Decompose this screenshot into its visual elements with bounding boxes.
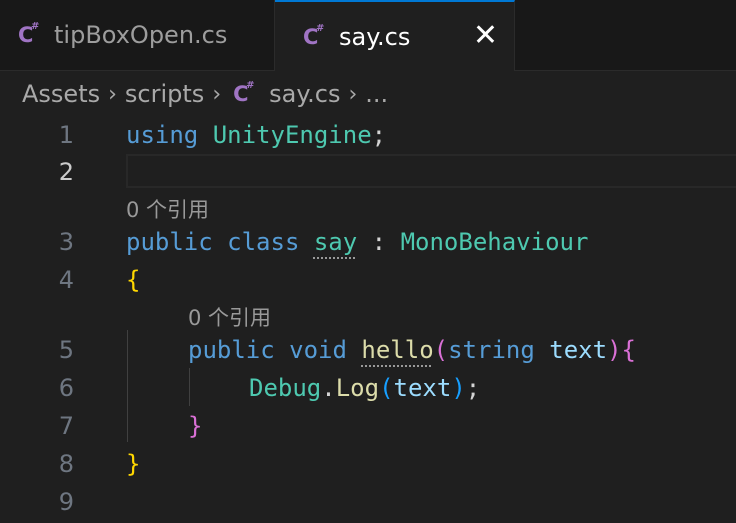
code-line[interactable]: 9 (0, 483, 736, 521)
code-line[interactable]: 2 (0, 153, 736, 191)
breadcrumb-item-assets[interactable]: Assets (22, 80, 100, 108)
line-number: 4 (58, 266, 74, 294)
tab-label: say.cs (339, 22, 411, 51)
codelens-references[interactable]: 0 个引用 (188, 301, 271, 335)
code-line[interactable]: 4 { (0, 261, 736, 299)
line-source: { (126, 266, 141, 294)
tab-label: tipBoxOpen.cs (54, 21, 228, 49)
tab-say[interactable]: C # say.cs ✕ (275, 0, 515, 71)
line-source: public class say : MonoBehaviour (126, 228, 589, 256)
close-icon[interactable]: ✕ (473, 19, 498, 53)
line-source: Debug.Log(text); (249, 374, 481, 402)
line-number: 7 (58, 412, 74, 440)
csharp-file-icon: C # (303, 22, 325, 49)
breadcrumb-item-say-cs[interactable]: say.cs (269, 80, 340, 108)
line-source: } (188, 412, 203, 440)
line-number: 3 (58, 228, 74, 256)
code-editor-window: C # tipBoxOpen.cs C # say.cs ✕ Assets › sc… (0, 0, 736, 523)
line-number: 2 (58, 158, 74, 186)
csharp-file-icon: C # (233, 80, 255, 106)
csharp-file-icon: C # (18, 21, 40, 47)
chevron-right-icon: › (108, 81, 117, 107)
chevron-right-icon: › (348, 81, 358, 107)
tab-tipboxopen[interactable]: C # tipBoxOpen.cs (0, 0, 275, 70)
breadcrumb: Assets › scripts › C # say.cs › ... (0, 71, 736, 117)
breadcrumb-item-symbols[interactable]: ... (365, 80, 388, 108)
code-line[interactable]: 6 Debug.Log(text); (0, 369, 736, 407)
chevron-right-icon: › (212, 81, 222, 107)
line-number: 6 (58, 374, 74, 402)
code-line[interactable]: 8 } (0, 445, 736, 483)
code-line[interactable]: 1 using UnityEngine; (0, 116, 736, 154)
code-line[interactable]: 7 } (0, 407, 736, 445)
line-number: 9 (58, 488, 74, 516)
tab-bar: C # tipBoxOpen.cs C # say.cs ✕ (0, 0, 736, 71)
line-source: public void hello(string text){ (188, 336, 636, 364)
line-source: using UnityEngine; (126, 121, 387, 149)
code-line[interactable]: 5 public void hello(string text){ (0, 331, 736, 369)
code-line[interactable]: 3 public class say : MonoBehaviour (0, 223, 736, 261)
line-number: 1 (58, 121, 74, 149)
code-area[interactable]: 1 using UnityEngine; 2 0 个引用 3 public cl… (0, 117, 736, 523)
breadcrumb-item-scripts[interactable]: scripts (125, 80, 204, 108)
line-number: 5 (58, 336, 74, 364)
line-number: 8 (58, 450, 74, 478)
codelens-references[interactable]: 0 个引用 (126, 193, 209, 227)
line-source: } (126, 450, 141, 478)
